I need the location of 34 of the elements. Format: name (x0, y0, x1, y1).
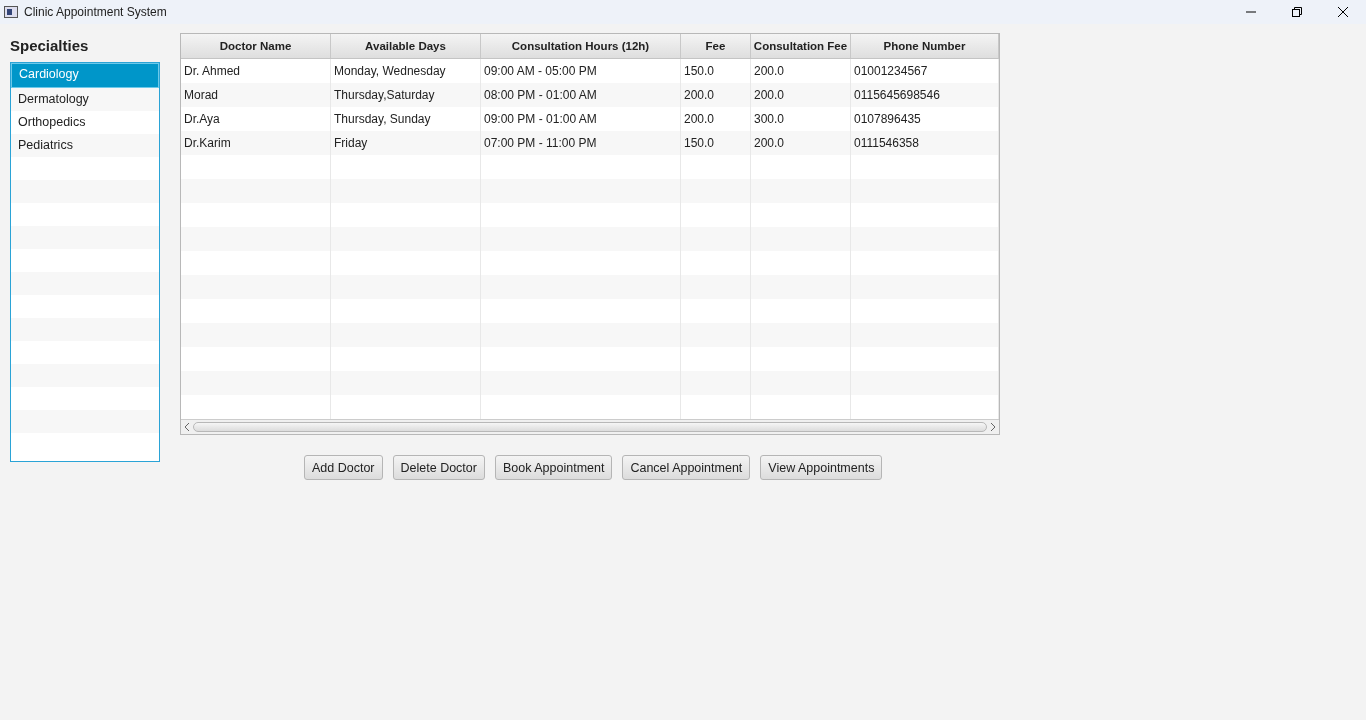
action-button[interactable]: Add Doctor (304, 455, 383, 480)
specialty-item[interactable]: Pediatrics (11, 134, 159, 157)
scroll-right-icon[interactable] (990, 423, 996, 431)
restore-icon[interactable] (1292, 7, 1302, 17)
app-icon (4, 6, 18, 18)
table-cell: Friday (331, 131, 481, 155)
action-button[interactable]: View Appointments (760, 455, 883, 480)
column-header[interactable]: Consultation Hours (12h) (481, 34, 681, 58)
horizontal-scrollbar[interactable] (181, 419, 999, 434)
column-header[interactable]: Fee (681, 34, 751, 58)
table-cell: 07:00 PM - 11:00 PM (481, 131, 681, 155)
table-cell: 200.0 (681, 83, 751, 107)
specialty-item[interactable]: Dermatology (11, 88, 159, 111)
column-header[interactable]: Consultation Fee (751, 34, 851, 58)
action-button[interactable]: Cancel Appointment (622, 455, 751, 480)
table-cell: 08:00 PM - 01:00 AM (481, 83, 681, 107)
table-cell: 200.0 (751, 83, 851, 107)
table-cell: Dr.Karim (181, 131, 331, 155)
column-header[interactable]: Available Days (331, 34, 481, 58)
table-cell: 150.0 (681, 131, 751, 155)
action-button[interactable]: Delete Doctor (392, 455, 485, 480)
column-header[interactable]: Doctor Name (181, 34, 331, 58)
sidebar-heading: Specialties (10, 37, 90, 54)
table-cell: 0111546358 (851, 131, 999, 155)
close-icon[interactable] (1338, 7, 1348, 17)
window-title: Clinic Appointment System (24, 5, 167, 19)
table-cell: Thursday,Saturday (331, 83, 481, 107)
table-cell: 200.0 (751, 131, 851, 155)
action-button[interactable]: Book Appointment (494, 455, 613, 480)
table-cell: Morad (181, 83, 331, 107)
scroll-left-icon[interactable] (184, 423, 190, 431)
column-header[interactable]: Phone Number (851, 34, 999, 58)
specialty-item[interactable]: Orthopedics (11, 111, 159, 134)
table-cell: 0115645698546 (851, 83, 999, 107)
